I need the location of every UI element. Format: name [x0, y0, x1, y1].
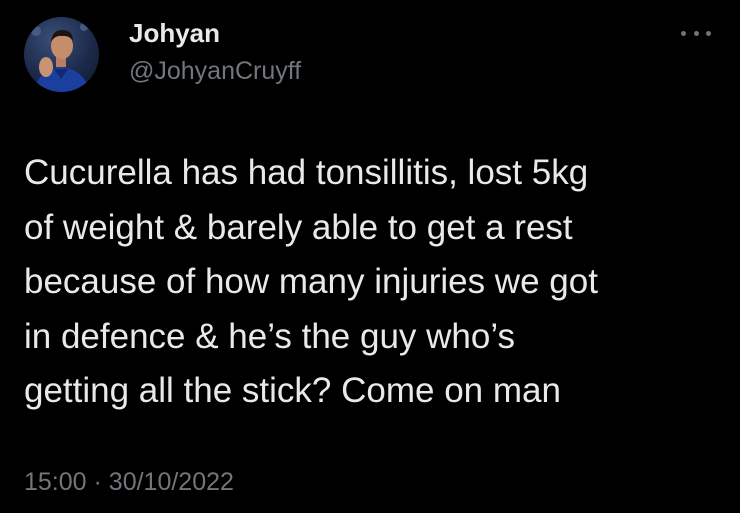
more-dot: [693, 30, 699, 36]
more-dot: [706, 30, 711, 36]
meta-separator: ·: [93, 468, 102, 496]
more-dot: [681, 30, 686, 36]
tweet-text: Cucurella has had tonsillitis, lost 5kg …: [24, 153, 598, 410]
author-display-name[interactable]: Johyan: [129, 16, 220, 50]
avatar-image: [31, 23, 90, 92]
tweet-date[interactable]: 30/10/2022: [109, 468, 234, 496]
author-handle[interactable]: @JohyanCruyff: [129, 55, 301, 87]
tweet-metadata: 15:00 · 30/10/2022: [24, 466, 234, 498]
avatar[interactable]: [24, 17, 99, 92]
more-horizontal-icon[interactable]: [681, 27, 711, 39]
tweet-card: Johyan @JohyanCruyff Cucurella has had t…: [0, 0, 740, 513]
tweet-time[interactable]: 15:00: [24, 468, 87, 496]
